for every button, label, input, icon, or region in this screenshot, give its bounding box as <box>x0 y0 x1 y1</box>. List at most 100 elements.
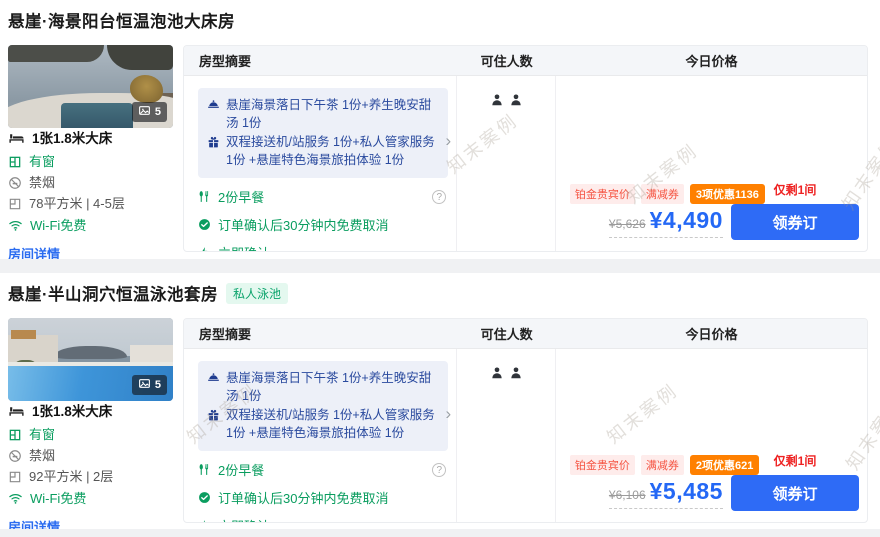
chevron-right-icon[interactable]: › <box>446 405 452 422</box>
floor-area-icon <box>8 470 22 484</box>
instant-confirm-label: 立即确认 <box>218 516 270 523</box>
bed-info: 1张1.8米大床 <box>8 130 180 147</box>
room-title-row: 悬崖·半山洞穴恒温泳池套房 私人泳池 <box>8 281 288 305</box>
room-photo[interactable]: 5 <box>8 45 173 128</box>
wifi-icon <box>8 218 23 233</box>
occupancy-icons <box>490 93 523 107</box>
header-room-summary: 房型摘要 <box>184 324 457 343</box>
price-group: ¥6,106 ¥5,485 <box>609 478 723 509</box>
island <box>54 346 127 358</box>
occupancy-cell <box>457 76 556 251</box>
wifi-label: Wi-Fi免费 <box>30 219 86 233</box>
room-list-page: 悬崖·海景阳台恒温泡池大床房 5 1张1.8米大床 <box>0 0 880 537</box>
coupon-tag: 满减券 <box>641 184 684 204</box>
breakfast-label: 2份早餐 <box>218 460 264 479</box>
smoking-label: 禁烟 <box>29 449 55 463</box>
package-text: 双程接送机/站服务 1份+私人管家服务 1份 +悬崖特色海景旅拍体验 1份 <box>226 134 438 169</box>
person-icon <box>509 93 523 107</box>
wifi-info: Wi-Fi免费 <box>8 218 180 233</box>
person-icon <box>490 93 504 107</box>
summary-cell: 悬崖海景落日下午茶 1份+养生晚安甜汤 1份 双程接送机/站服务 1份+私人管家… <box>184 76 457 251</box>
package-box[interactable]: 悬崖海景落日下午茶 1份+养生晚安甜汤 1份 双程接送机/站服务 1份+私人管家… <box>198 361 448 451</box>
price-group: ¥5,626 ¥4,490 <box>609 207 723 238</box>
cloche-icon <box>207 99 220 132</box>
bed-icon <box>8 403 25 420</box>
header-room-summary: 房型摘要 <box>184 51 457 70</box>
area-info: 92平方米 | 2层 <box>8 470 180 484</box>
header-price: 今日价格 <box>556 324 867 343</box>
window-icon <box>8 155 22 169</box>
package-text: 悬崖海景落日下午茶 1份+养生晚安甜汤 1份 <box>226 97 438 132</box>
current-price: ¥5,485 <box>650 478 723 504</box>
breakfast-row: 2份早餐 ? <box>198 187 456 206</box>
room-details: 1张1.8米大床 有窗 禁烟 92平方米 | 2层 Wi-Fi免费 房间详情 <box>8 403 180 537</box>
package-box[interactable]: 悬崖海景落日下午茶 1份+养生晚安甜汤 1份 双程接送机/站服务 1份+私人管家… <box>198 88 448 178</box>
original-price: ¥5,626 <box>609 217 646 231</box>
private-pool-badge: 私人泳池 <box>226 283 288 304</box>
card-divider <box>0 259 880 273</box>
check-circle-icon <box>198 491 211 504</box>
bed-info: 1张1.8米大床 <box>8 403 180 420</box>
room-card: 悬崖·海景阳台恒温泡池大床房 5 1张1.8米大床 <box>0 0 880 273</box>
chevron-right-icon[interactable]: › <box>446 132 452 149</box>
check-circle-icon <box>198 218 211 231</box>
help-icon[interactable]: ? <box>432 463 446 477</box>
header-occupancy: 可住人数 <box>457 324 556 343</box>
floor-area-icon <box>8 197 22 211</box>
lightning-icon <box>198 519 211 523</box>
scarcity-label: 仅剩1间 <box>731 452 859 469</box>
order-button[interactable]: 领券订 <box>731 475 859 511</box>
package-item: 双程接送机/站服务 1份+私人管家服务 1份 +悬崖特色海景旅拍体验 1份 <box>207 134 438 169</box>
photo-count: 5 <box>155 106 161 118</box>
bed-label: 1张1.8米大床 <box>32 132 112 146</box>
smoking-info: 禁烟 <box>8 449 180 463</box>
wifi-info: Wi-Fi免费 <box>8 491 180 506</box>
summary-cell: 悬崖海景落日下午茶 1份+养生晚安甜汤 1份 双程接送机/站服务 1份+私人管家… <box>184 349 457 522</box>
room-title-row: 悬崖·海景阳台恒温泡池大床房 <box>8 8 235 32</box>
room-details: 1张1.8米大床 有窗 禁烟 78平方米 | 4-5层 Wi-Fi免费 房间详情 <box>8 130 180 264</box>
photo-count-badge: 5 <box>132 375 167 395</box>
package-text: 双程接送机/站服务 1份+私人管家服务 1份 +悬崖特色海景旅拍体验 1份 <box>226 407 438 442</box>
headland-left <box>8 45 104 62</box>
cancellation-label: 订单确认后30分钟内免费取消 <box>218 215 388 234</box>
current-price: ¥4,490 <box>650 207 723 233</box>
instant-confirm-row: 立即确认 <box>198 516 456 523</box>
area-label: 78平方米 | 4-5层 <box>29 197 125 211</box>
bed-label: 1张1.8米大床 <box>32 405 112 419</box>
header-occupancy: 可住人数 <box>457 51 556 70</box>
bed-icon <box>8 130 25 147</box>
photo-count: 5 <box>155 379 161 391</box>
header-price: 今日价格 <box>556 51 867 70</box>
package-text: 悬崖海景落日下午茶 1份+养生晚安甜汤 1份 <box>226 370 438 405</box>
cancellation-row: 订单确认后30分钟内免费取消 <box>198 488 456 507</box>
person-icon <box>490 366 504 380</box>
room-photo[interactable]: 5 <box>8 318 173 401</box>
no-smoking-icon <box>8 176 22 190</box>
order-button[interactable]: 领券订 <box>731 204 859 240</box>
room-title: 悬崖·半山洞穴恒温泳池套房 <box>8 281 218 305</box>
person-icon <box>509 366 523 380</box>
no-smoking-icon <box>8 449 22 463</box>
help-icon[interactable]: ? <box>432 190 446 204</box>
rate-table-header: 房型摘要 可住人数 今日价格 <box>184 319 867 349</box>
rate-table: 房型摘要 可住人数 今日价格 悬崖海景落日下午茶 1份+养生晚安甜汤 1份 双程… <box>183 45 868 252</box>
smoking-info: 禁烟 <box>8 176 180 190</box>
member-price-tag: 铂金贵宾价 <box>570 184 635 204</box>
window-icon <box>8 428 22 442</box>
meal-icon <box>198 190 211 203</box>
rate-table-header: 房型摘要 可住人数 今日价格 <box>184 46 867 76</box>
package-item: 双程接送机/站服务 1份+私人管家服务 1份 +悬崖特色海景旅拍体验 1份 <box>207 407 438 442</box>
price-cell: 铂金贵宾价 满减券 3项优惠1136 仅剩1间 ¥5,626¥4,490 领券订 <box>556 76 867 251</box>
photo-count-badge: 5 <box>132 102 167 122</box>
window-info: 有窗 <box>8 155 180 169</box>
rate-row: 悬崖海景落日下午茶 1份+养生晚安甜汤 1份 双程接送机/站服务 1份+私人管家… <box>184 349 867 522</box>
cloche-icon <box>207 372 220 405</box>
roof-left <box>11 330 36 338</box>
occupancy-cell <box>457 349 556 522</box>
rate-table: 房型摘要 可住人数 今日价格 悬崖海景落日下午茶 1份+养生晚安甜汤 1份 双程… <box>183 318 868 523</box>
instant-confirm-row: 立即确认 <box>198 243 456 252</box>
gift-icon <box>207 409 220 442</box>
room-card: 悬崖·半山洞穴恒温泳池套房 私人泳池 5 1张1.8米大床 <box>0 273 880 537</box>
original-price: ¥6,106 <box>609 488 646 502</box>
smoking-label: 禁烟 <box>29 176 55 190</box>
